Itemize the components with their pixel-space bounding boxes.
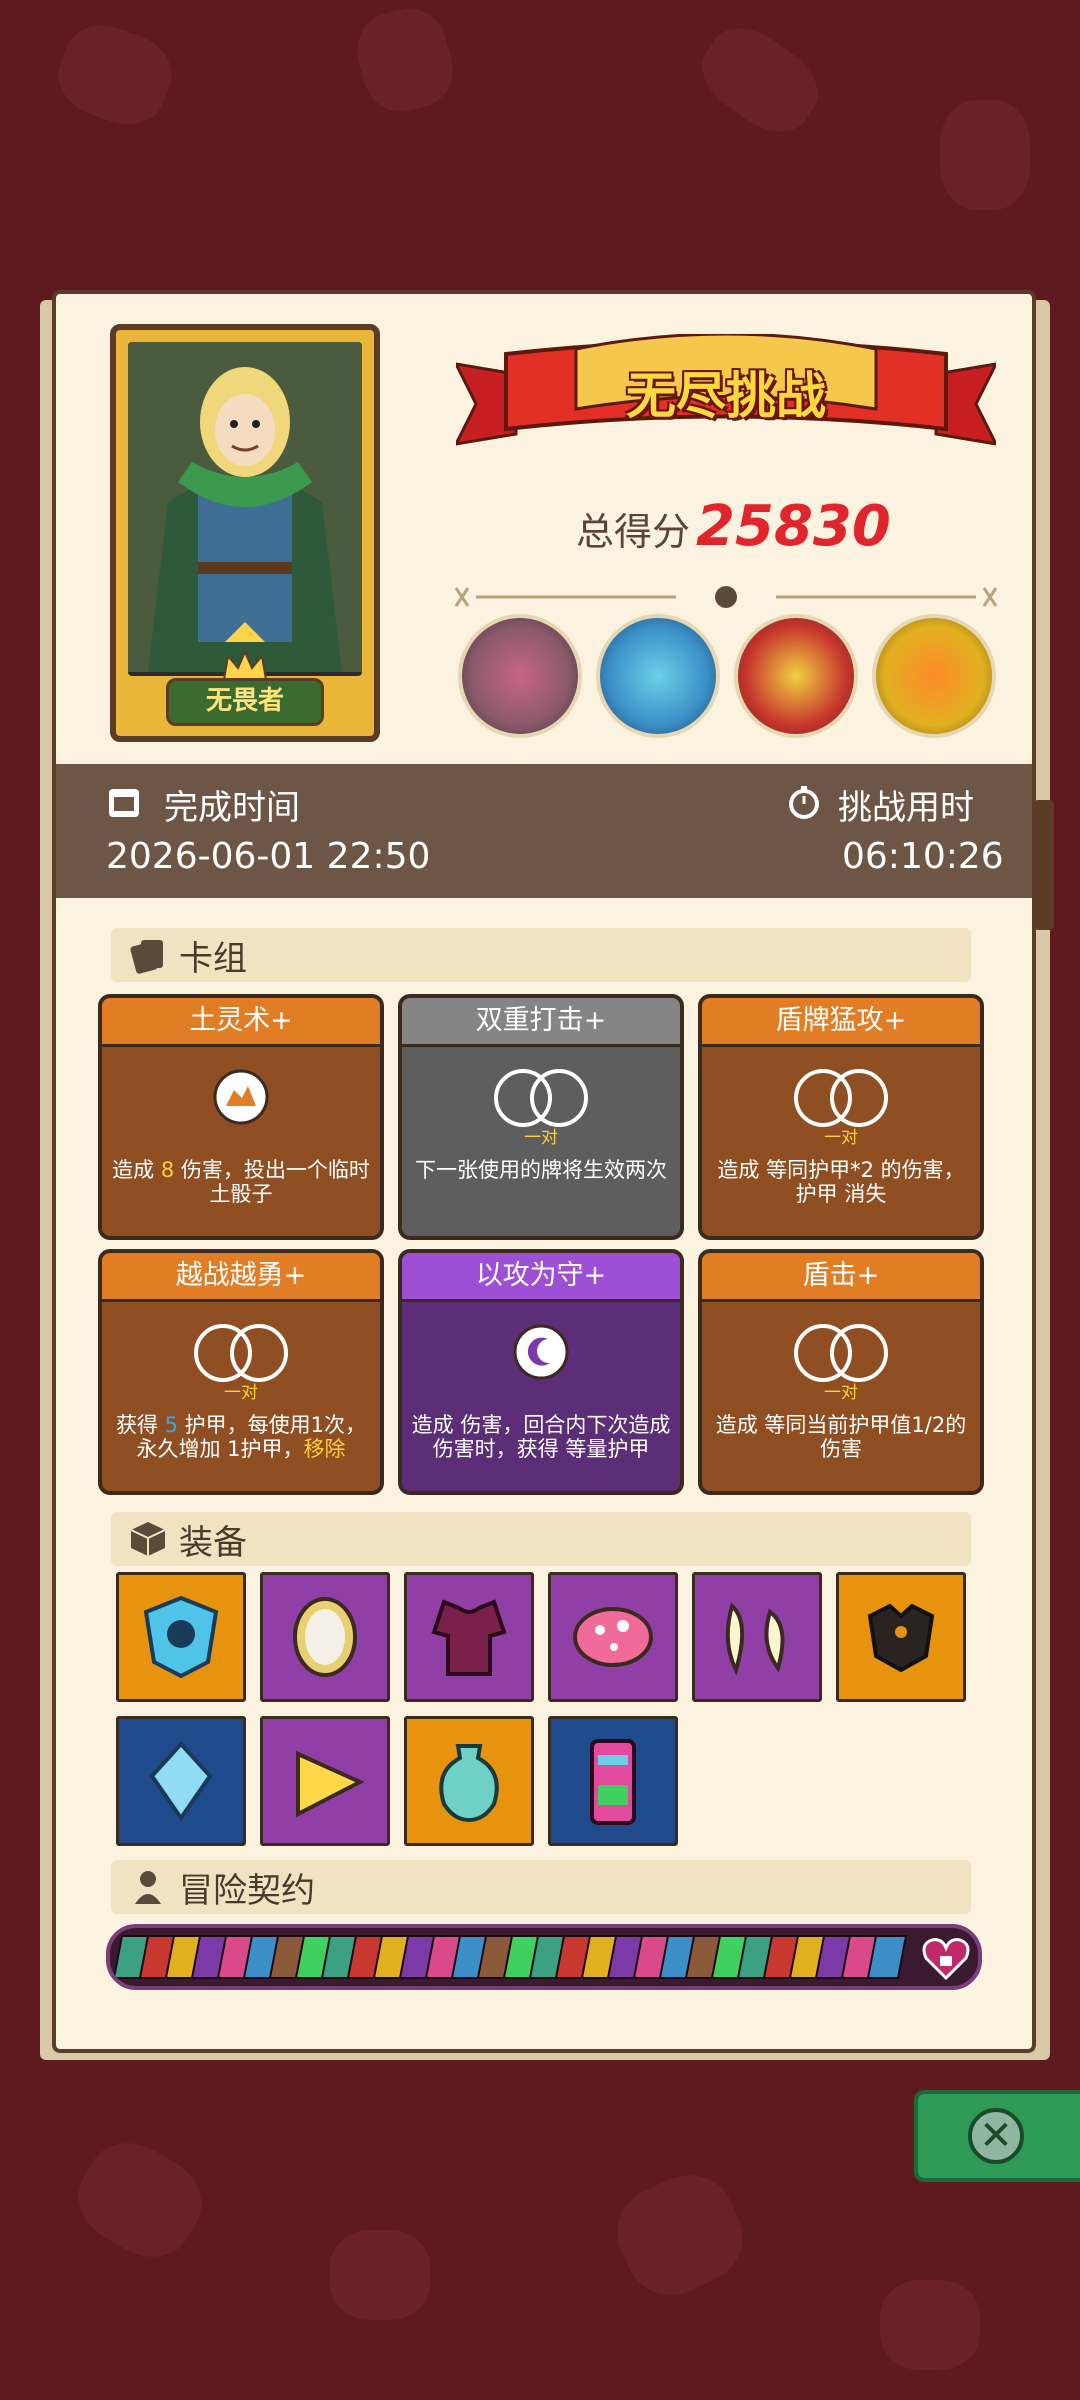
title-text: 无尽挑战 [626,367,826,425]
equip-golden-mirror[interactable] [260,1572,390,1702]
contract-title: 冒险契约 [179,1870,315,1911]
hero-name: 无畏者 [166,678,324,726]
crystal-icon [149,1741,213,1822]
equipment-title: 装备 [179,1522,247,1563]
mirror-icon [293,1597,357,1677]
equip-blue-crystal[interactable] [116,1716,246,1846]
card-subtitle: 一对 [824,1128,858,1148]
cheese-icon [296,1750,365,1818]
card-title: 土灵术+ [102,998,380,1047]
card-title: 双重打击+ [402,998,680,1047]
card-shield-strike[interactable]: 盾击+ 一对 造成 等同当前护甲值1/2的伤害 [698,1249,984,1495]
hero-card[interactable]: 无畏者 [110,324,380,742]
card-subtitle: 一对 [824,1383,858,1403]
close-icon: ✕ [979,2113,1013,2159]
equip-tribal-totem[interactable] [548,1716,678,1846]
result-panel: 无畏者 无尽挑战 总得分 25830 完成时间 2026-06-01 22:50… [52,290,1036,2053]
stopwatch-icon [786,784,822,824]
equip-cheese-wedge[interactable] [260,1716,390,1846]
equip-twin-fangs[interactable] [692,1572,822,1702]
rock-icon [212,1068,270,1130]
deck-section-header: 卡组 [111,928,971,982]
hero-portrait [128,342,362,676]
score-value: 25830 [696,494,891,559]
shield-icon [143,1595,219,1679]
card-tulingshu[interactable]: 土灵术+ 造成 8 伤害，投出一个临时土骰子 [98,994,384,1240]
contract-section-header: 冒险契约 [111,1860,971,1914]
spiked-armor-icon [867,1603,935,1673]
armor-icon [431,1599,507,1676]
equip-pink-mushroom[interactable] [548,1572,678,1702]
time-strip: 完成时间 2026-06-01 22:50 挑战用时 06:10:26 [56,764,1032,898]
boss-portrait[interactable] [596,614,720,738]
scrollbar[interactable] [1034,800,1054,930]
title-banner: 无尽挑战 [456,334,996,454]
card-double-strike[interactable]: 双重打击+ 一对 下一张使用的牌将生效两次 [398,994,684,1240]
duration-label: 挑战用时 [838,788,974,828]
complete-time-value: 2026-06-01 22:50 [106,836,431,877]
complete-time-label: 完成时间 [164,788,300,828]
card-braver[interactable]: 越战越勇+ 一对 获得 5 护甲，每使用1次，永久增加 1护甲，移除 [98,1249,384,1495]
cards-icon [130,940,163,974]
card-description: 造成 等同护甲*2 的伤害，护甲 消失 [717,1158,965,1206]
card-title: 盾击+ [702,1253,980,1302]
card-description: 造成 8 伤害，投出一个临时土骰子 [112,1158,370,1206]
totem-icon [590,1739,636,1825]
vase-icon [439,1744,499,1823]
equip-blue-skull-shield[interactable] [116,1572,246,1702]
boss-portrait[interactable] [458,614,582,738]
defeated-bosses [458,614,996,738]
close-button[interactable]: ✕ [968,2108,1024,2164]
card-subtitle: 一对 [524,1128,558,1148]
card-title: 盾牌猛攻+ [702,998,980,1047]
equipment-section-header: 装备 [111,1512,971,1566]
boss-portrait[interactable] [872,614,996,738]
person-icon [135,1871,161,1904]
fang-icon [725,1602,785,1676]
contract-icons [112,1935,970,1981]
mushroom-icon [573,1607,653,1667]
moon-icon [512,1323,570,1385]
contract-strip[interactable] [106,1924,982,1990]
card-description: 造成 伤害，回合内下次造成伤害时，获得 等量护甲 [411,1413,671,1461]
equip-dark-spiked-armor[interactable] [836,1572,966,1702]
card-title: 越战越勇+ [102,1253,380,1302]
card-shield-bash[interactable]: 盾牌猛攻+ 一对 造成 等同护甲*2 的伤害，护甲 消失 [698,994,984,1240]
boss-portrait[interactable] [734,614,858,738]
card-description: 造成 等同当前护甲值1/2的伤害 [715,1413,967,1461]
card-description: 下一张使用的牌将生效两次 [415,1158,667,1182]
card-description: 获得 5 护甲，每使用1次，永久增加 1护甲，移除 [115,1413,367,1461]
deck-title: 卡组 [179,938,247,979]
card-attack-as-defense[interactable]: 以攻为守+ 造成 伤害，回合内下次造成伤害时，获得 等量护甲 [398,1249,684,1495]
score-row: 总得分 25830 [576,494,891,559]
score-label: 总得分 [576,510,691,554]
card-subtitle: 一对 [224,1383,258,1403]
equip-crimson-armor[interactable] [404,1572,534,1702]
heart-lock-icon [922,1938,970,1981]
close-tab: ✕ [914,2090,1080,2182]
box-icon [130,1522,166,1556]
card-title: 以攻为守+ [402,1253,680,1302]
ornamental-divider [446,584,1006,610]
equip-turquoise-vase[interactable] [404,1716,534,1846]
calendar-icon [106,784,142,824]
duration-value: 06:10:26 [842,836,1004,877]
